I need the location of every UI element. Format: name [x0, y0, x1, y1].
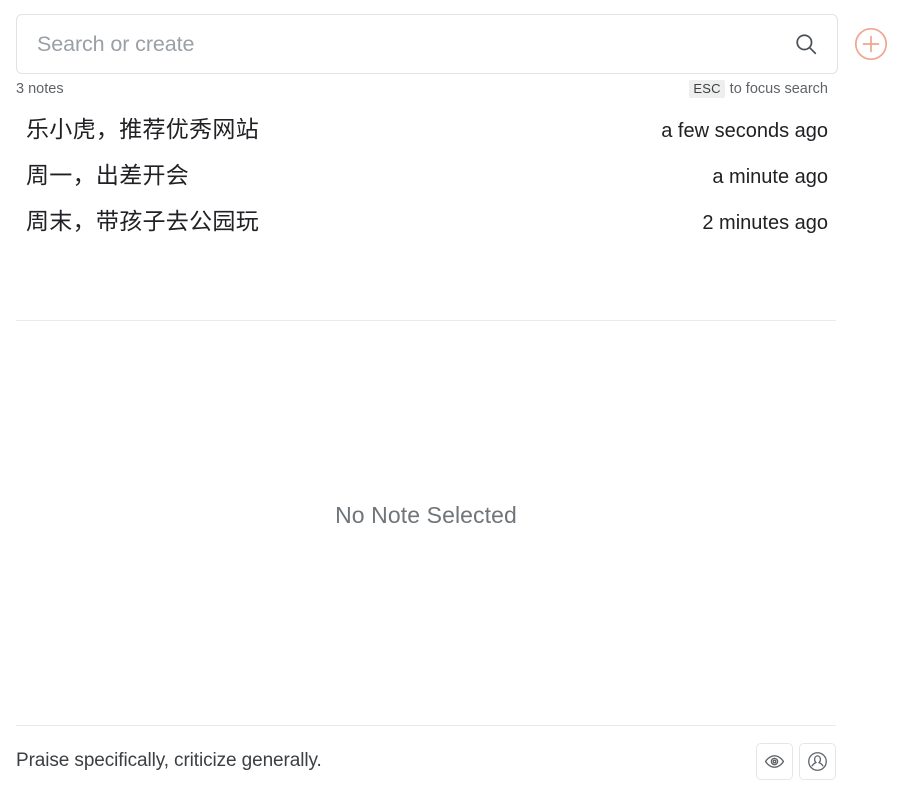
- search-input[interactable]: [37, 31, 783, 57]
- note-content-area: No Note Selected: [0, 321, 900, 725]
- footer-actions: [756, 742, 836, 780]
- footer-quote: Praise specifically, criticize generally…: [16, 750, 322, 771]
- esc-focus-hint: ESC to focus search: [689, 80, 828, 98]
- footer-bar: Praise specifically, criticize generally…: [0, 726, 900, 796]
- search-row: [0, 0, 900, 74]
- note-timestamp: a few seconds ago: [661, 120, 828, 142]
- note-title: 乐小虎，推荐优秀网站: [26, 116, 259, 142]
- note-list-item[interactable]: 乐小虎，推荐优秀网站 a few seconds ago: [0, 110, 900, 156]
- notes-app: 3 notes ESC to focus search 乐小虎，推荐优秀网站 a…: [0, 0, 900, 796]
- note-title: 周末，带孩子去公园玩: [26, 208, 259, 234]
- empty-state-message: No Note Selected: [335, 501, 517, 528]
- preview-toggle-button[interactable]: [756, 742, 793, 780]
- account-icon: [808, 751, 827, 771]
- plus-circle-icon: [854, 27, 888, 61]
- note-list: 乐小虎，推荐优秀网站 a few seconds ago 周一，出差开会 a m…: [0, 102, 900, 248]
- eye-icon: [764, 754, 785, 768]
- search-icon[interactable]: [793, 31, 819, 57]
- note-count-label: 3 notes: [16, 81, 64, 97]
- note-timestamp: a minute ago: [712, 166, 828, 188]
- list-meta-row: 3 notes ESC to focus search: [0, 76, 900, 102]
- esc-key-badge: ESC: [689, 80, 725, 98]
- note-list-item[interactable]: 周一，出差开会 a minute ago: [0, 156, 900, 202]
- add-note-button[interactable]: [854, 27, 888, 61]
- note-timestamp: 2 minutes ago: [702, 212, 828, 234]
- note-title: 周一，出差开会: [26, 162, 190, 188]
- esc-hint-text: to focus search: [729, 81, 828, 97]
- note-list-item[interactable]: 周末，带孩子去公园玩 2 minutes ago: [0, 202, 900, 248]
- account-button[interactable]: [799, 742, 836, 780]
- search-box[interactable]: [16, 14, 838, 74]
